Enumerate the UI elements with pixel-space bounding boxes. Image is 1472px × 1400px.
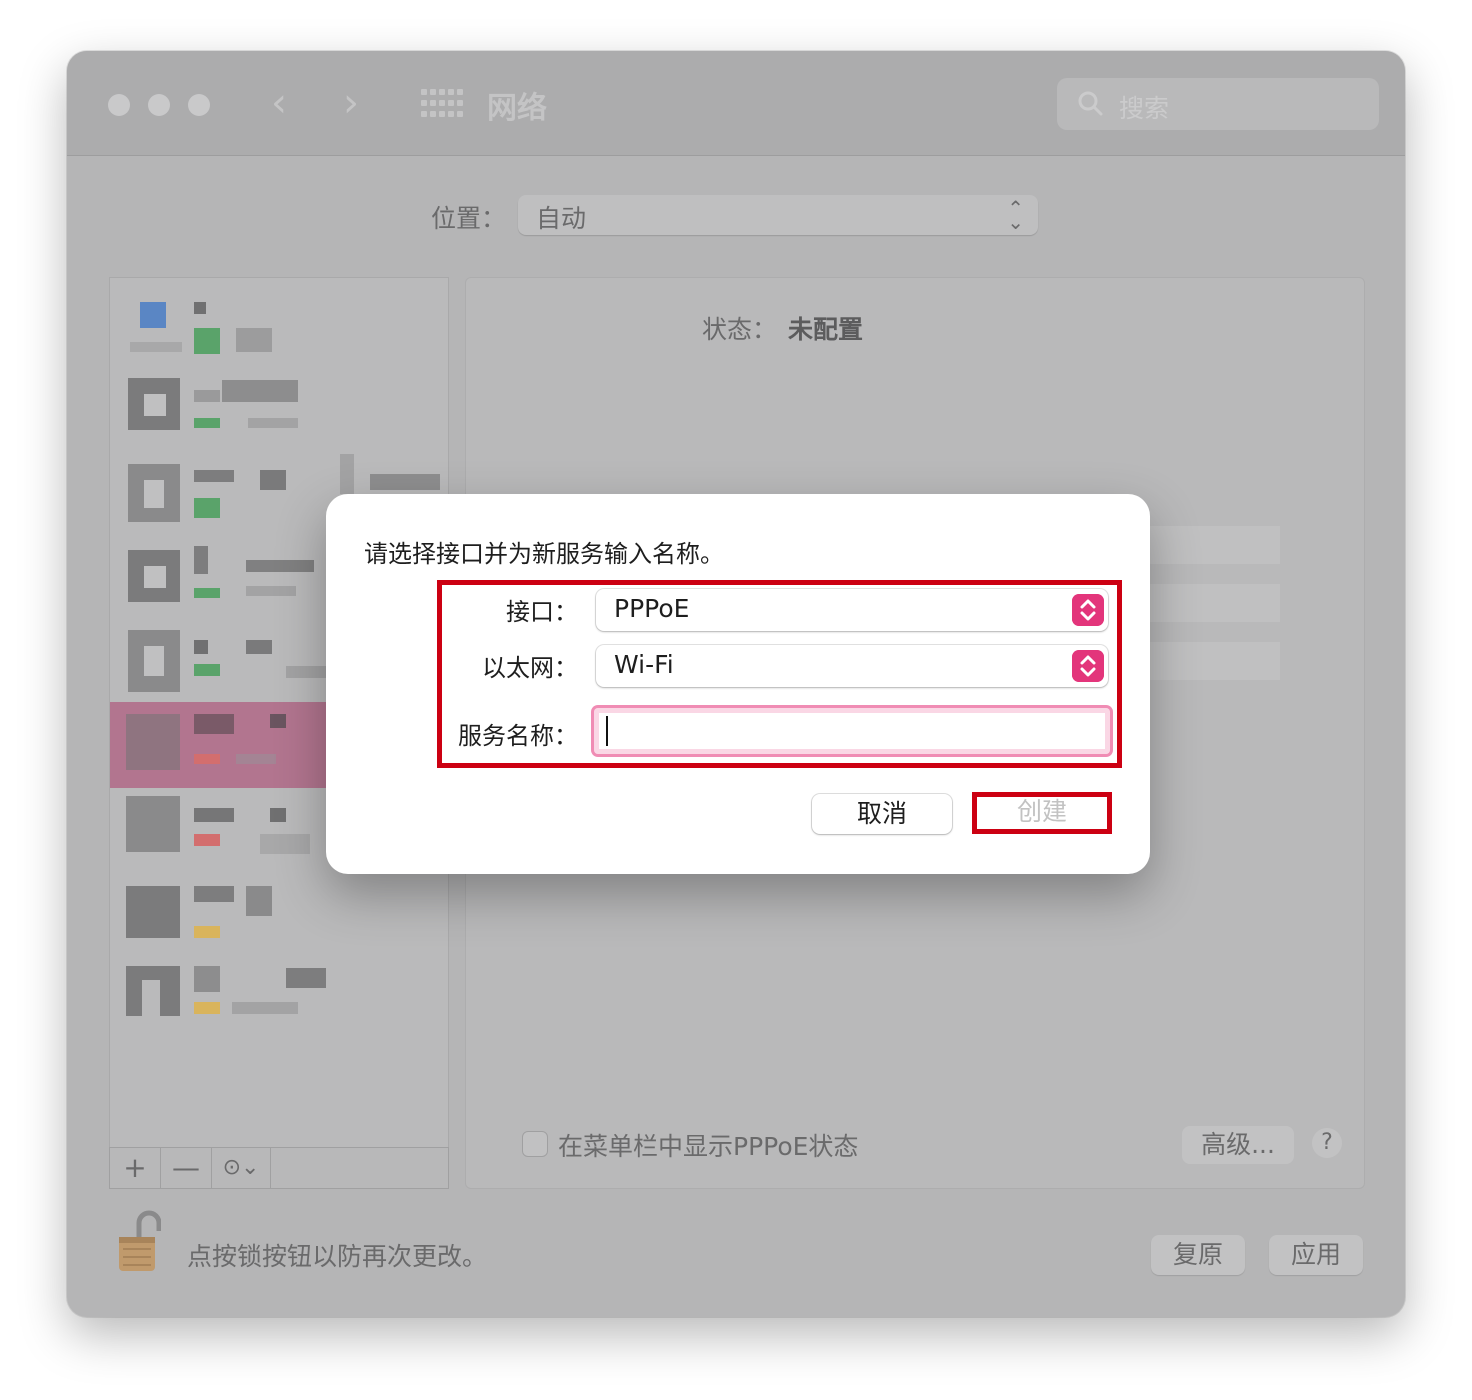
search-field[interactable]: 搜索 xyxy=(1057,78,1379,130)
window-title: 网络 xyxy=(487,91,547,126)
advanced-button[interactable]: 高级... xyxy=(1182,1126,1294,1164)
close-window-button[interactable] xyxy=(108,94,130,116)
chevron-updown-icon: ⌃ ⌄ xyxy=(1007,196,1024,234)
cancel-button[interactable]: 取消 xyxy=(812,794,952,834)
service-list-item[interactable] xyxy=(110,278,448,364)
minimize-window-button[interactable] xyxy=(148,94,170,116)
zoom-window-button[interactable] xyxy=(188,94,210,116)
revert-button[interactable]: 复原 xyxy=(1151,1235,1245,1275)
location-select[interactable]: 自动 ⌃ ⌄ xyxy=(518,195,1038,235)
service-list-item[interactable] xyxy=(110,962,448,1048)
status-label: 状态： xyxy=(702,315,778,344)
titlebar: ‹ › 网络 搜索 xyxy=(67,51,1405,156)
actions-menu-button[interactable]: ⊙⌄ xyxy=(212,1148,271,1188)
help-button[interactable]: ? xyxy=(1312,1128,1342,1158)
search-placeholder: 搜索 xyxy=(1119,94,1170,123)
highlight-annotation-create xyxy=(972,792,1112,834)
forward-button[interactable]: › xyxy=(343,79,359,127)
show-pppoe-status-checkbox[interactable] xyxy=(522,1131,548,1157)
lock-hint-text: 点按锁按钮以防再次更改。 xyxy=(187,1242,488,1271)
grid-icon[interactable] xyxy=(421,89,463,117)
lock-icon[interactable] xyxy=(117,1209,161,1273)
background-field xyxy=(1150,642,1280,680)
show-pppoe-status-label: 在菜单栏中显示PPPoE状态 xyxy=(558,1132,859,1161)
service-list-item[interactable] xyxy=(110,876,448,962)
location-value: 自动 xyxy=(536,204,587,233)
remove-service-button[interactable]: — xyxy=(161,1148,212,1188)
status-value: 未配置 xyxy=(788,315,864,344)
background-field xyxy=(1150,584,1280,622)
sheet-message: 请选择接口并为新服务输入名称。 xyxy=(364,540,724,568)
service-list-toolbar: + — ⊙⌄ xyxy=(109,1147,449,1189)
location-label: 位置： xyxy=(431,204,507,233)
back-button[interactable]: ‹ xyxy=(271,79,287,127)
search-icon xyxy=(1078,91,1103,116)
apply-button[interactable]: 应用 xyxy=(1269,1235,1363,1275)
highlight-annotation-fields xyxy=(437,580,1122,768)
new-service-sheet: 请选择接口并为新服务输入名称。 接口： PPPoE 以太网： Wi-Fi 服务名… xyxy=(326,494,1150,874)
background-field xyxy=(1150,526,1280,564)
add-service-button[interactable]: + xyxy=(110,1148,161,1188)
service-list-item[interactable] xyxy=(110,368,448,454)
